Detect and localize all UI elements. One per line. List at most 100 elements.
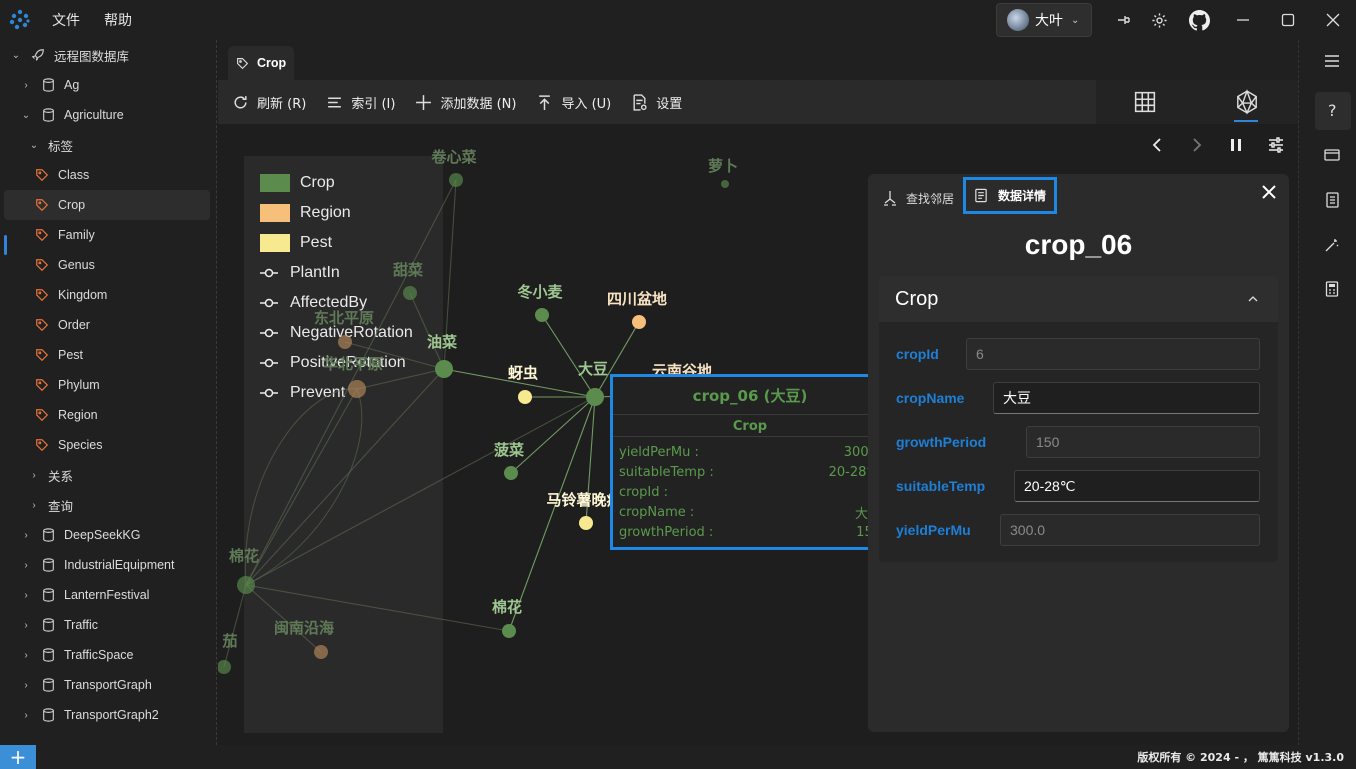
graph-node-yachong[interactable] xyxy=(518,390,532,404)
sidebar-item-traffic[interactable]: › Traffic xyxy=(0,610,216,640)
sidebar-item-transportgraph2[interactable]: › TransportGraph2 xyxy=(0,700,216,730)
help-button[interactable]: ? xyxy=(1315,92,1351,130)
calculator-icon[interactable] xyxy=(1323,280,1341,298)
sidebar-item-phylum[interactable]: Phylum xyxy=(0,370,216,400)
chevron-right-icon[interactable]: › xyxy=(20,560,32,571)
chevron-down-icon[interactable]: ⌄ xyxy=(20,110,32,121)
graph-node-mianhua1[interactable] xyxy=(237,576,255,594)
tab-data-details[interactable]: 数据详情 xyxy=(963,177,1058,214)
index-button[interactable]: 索引 (I) xyxy=(326,93,395,112)
graph-node-youcai[interactable] xyxy=(435,360,453,378)
chevron-right-icon[interactable]: › xyxy=(28,470,40,481)
graph-node-dongbei[interactable] xyxy=(338,335,352,349)
chevron-right-icon[interactable]: › xyxy=(20,590,32,601)
sidebar-item-trafficspace[interactable]: › TrafficSpace xyxy=(0,640,216,670)
yieldpermu-input[interactable]: 300.0 xyxy=(1000,514,1260,546)
graph-node-label: 甜菜 xyxy=(393,261,423,279)
menu-help[interactable]: 帮助 xyxy=(104,10,132,30)
minimize-icon[interactable] xyxy=(1233,10,1253,30)
graph-canvas[interactable]: Crop Region Pest PlantIn AffectedBy Negati… xyxy=(218,124,1298,745)
chevron-up-icon[interactable] xyxy=(1247,290,1261,304)
tab-find-neighbors[interactable]: 查找邻居 xyxy=(882,182,954,214)
graph-node-dongxiaomai[interactable] xyxy=(535,308,549,322)
pause-icon[interactable] xyxy=(1228,136,1244,154)
plus-icon xyxy=(416,94,432,110)
sidebar-item--[interactable]: › 关系 xyxy=(0,460,216,490)
sidebar-item--[interactable]: › 查询 xyxy=(0,490,216,520)
menu-icon[interactable] xyxy=(1323,52,1341,70)
graph-node-qie[interactable] xyxy=(218,660,231,674)
card-icon[interactable] xyxy=(1323,146,1341,164)
sidebar-item-deepseekkg[interactable]: › DeepSeekKG xyxy=(0,520,216,550)
graph-node-juanxincai[interactable] xyxy=(449,173,463,187)
refresh-button[interactable]: 刷新 (R) xyxy=(232,93,306,112)
sidebar-item-species[interactable]: Species xyxy=(0,430,216,460)
section-header[interactable]: Crop xyxy=(879,276,1278,322)
next-icon[interactable] xyxy=(1189,136,1205,154)
graph-node-minnan[interactable] xyxy=(314,645,328,659)
magic-wand-icon[interactable] xyxy=(1323,236,1341,254)
suitabletemp-input[interactable]: 20-28℃ xyxy=(1014,470,1260,502)
prev-icon[interactable] xyxy=(1149,136,1165,154)
menu-file[interactable]: 文件 xyxy=(52,10,80,30)
sidebar-item-lanternfestival[interactable]: › LanternFestival xyxy=(0,580,216,610)
add-connection-button[interactable]: + xyxy=(0,745,36,769)
close-icon[interactable] xyxy=(1323,10,1343,30)
sidebar-item-ag[interactable]: › Ag xyxy=(0,70,216,100)
cropid-input[interactable]: 6 xyxy=(966,338,1260,370)
sidebar-item-order[interactable]: Order xyxy=(0,310,216,340)
sidebar-item-transportgraph[interactable]: › TransportGraph xyxy=(0,670,216,700)
sidebar-item-genus[interactable]: Genus xyxy=(0,250,216,280)
tree-root[interactable]: ⌄ 远程图数据库 xyxy=(0,40,216,70)
notebook-icon[interactable] xyxy=(1323,191,1341,209)
sidebar-item-crop[interactable]: Crop xyxy=(4,190,210,220)
chevron-right-icon[interactable]: › xyxy=(20,620,32,631)
sidebar-item-industrialequipment[interactable]: › IndustrialEquipment xyxy=(0,550,216,580)
cropname-input[interactable]: 大豆 xyxy=(993,382,1260,414)
graph-node-luobo[interactable] xyxy=(721,180,729,188)
graph-node-bocai[interactable] xyxy=(504,466,518,480)
database-icon xyxy=(40,77,56,93)
close-panel-icon[interactable] xyxy=(1262,184,1278,200)
chevron-right-icon[interactable]: › xyxy=(20,80,32,91)
sidebar-item-region[interactable]: Region xyxy=(0,400,216,430)
sidebar-item-label: Pest xyxy=(58,348,84,362)
graph-node-huabei[interactable] xyxy=(348,380,366,398)
settings-label: 设置 xyxy=(656,96,683,112)
import-button[interactable]: 导入 (U) xyxy=(536,93,611,112)
sidebar-item-pest[interactable]: Pest xyxy=(0,340,216,370)
chevron-right-icon[interactable]: › xyxy=(20,530,32,541)
gear-icon[interactable] xyxy=(1149,10,1169,30)
settings-button[interactable]: 设置 xyxy=(631,93,682,112)
tooltip-key: yieldPerMu : xyxy=(619,444,699,460)
tab-crop[interactable]: Crop xyxy=(228,46,294,80)
database-icon xyxy=(40,617,56,633)
pin-icon[interactable] xyxy=(1114,10,1134,30)
graph-node-sichuan[interactable] xyxy=(632,315,646,329)
chevron-right-icon[interactable]: › xyxy=(20,650,32,661)
chevron-right-icon[interactable]: › xyxy=(20,680,32,691)
graph-node-tiancai[interactable] xyxy=(403,286,417,300)
user-menu[interactable]: 大叶 ⌄ xyxy=(996,3,1092,37)
github-icon[interactable] xyxy=(1188,9,1210,31)
sidebar-item-kingdom[interactable]: Kingdom xyxy=(0,280,216,310)
table-view-icon[interactable] xyxy=(1134,91,1156,117)
sliders-icon[interactable] xyxy=(1268,136,1284,154)
graph-node-mianhua2[interactable] xyxy=(502,624,516,638)
sidebar-item-class[interactable]: Class xyxy=(0,160,216,190)
crop-section: Crop cropId 6 cropName 大豆 growthPeriod 150 sui… xyxy=(879,276,1278,562)
panel-title: crop_06 xyxy=(1024,229,1133,260)
add-data-button[interactable]: 添加数据 (N) xyxy=(415,93,516,112)
chevron-right-icon[interactable]: › xyxy=(20,710,32,721)
graph-view-icon[interactable] xyxy=(1234,89,1260,119)
sidebar-item-agriculture[interactable]: ⌄ Agriculture xyxy=(0,100,216,130)
graph-node-label: 棉花 xyxy=(492,598,522,616)
graph-node-malingshu[interactable] xyxy=(579,516,593,530)
growthperiod-input[interactable]: 150 xyxy=(1026,426,1260,458)
graph-node-dadou[interactable] xyxy=(586,388,604,406)
chevron-right-icon[interactable]: › xyxy=(28,500,40,511)
chevron-down-icon[interactable]: ⌄ xyxy=(28,140,40,151)
sidebar-item-family[interactable]: Family xyxy=(0,220,216,250)
sidebar-item--[interactable]: ⌄ 标签 xyxy=(0,130,216,160)
maximize-icon[interactable] xyxy=(1278,10,1298,30)
